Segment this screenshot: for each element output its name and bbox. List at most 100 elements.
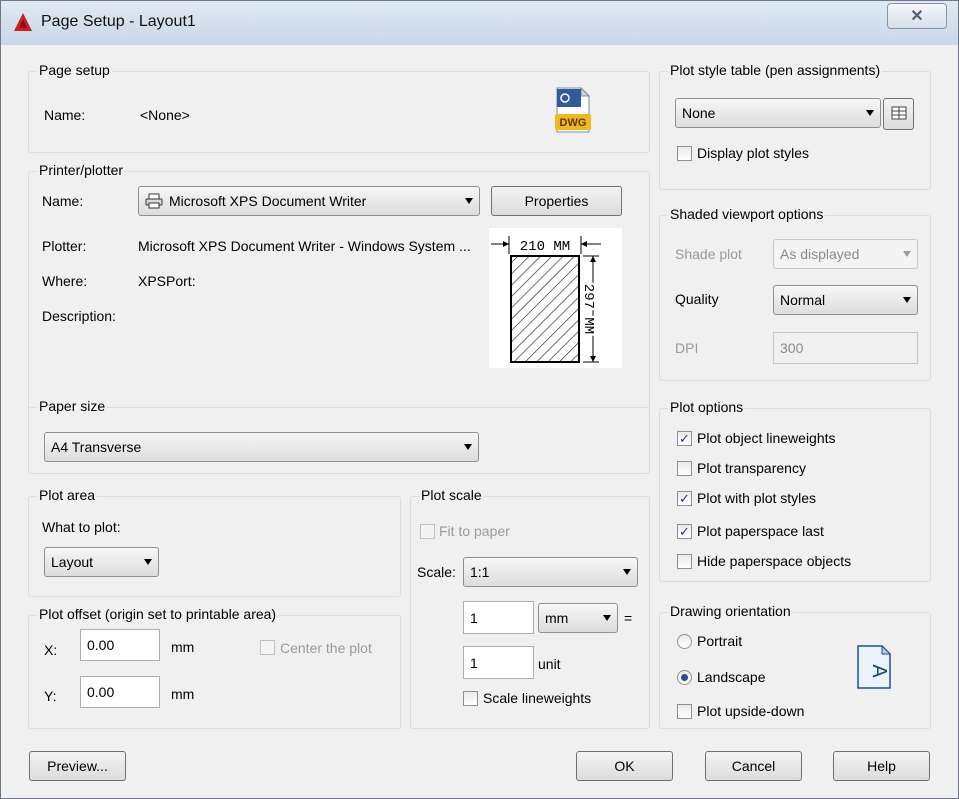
what-to-plot-combo[interactable]: Layout [44,547,159,577]
plot-scale-group: Plot scale Fit to paper Scale: 1:1 mm = … [410,487,650,729]
cancel-button[interactable]: Cancel [705,751,802,781]
printer-legend: Printer/plotter [37,162,126,178]
dwg-file-icon: DWG [555,86,591,133]
scale-value2-input[interactable] [463,646,534,679]
chevron-down-icon [903,297,911,303]
plot-transparency-checkbox[interactable] [677,461,692,476]
page-setup-legend: Page setup [37,62,112,78]
scale-unit2-label: unit [538,656,561,672]
autocad-logo-icon [14,13,32,31]
dpi-input[interactable] [773,332,918,364]
drawing-orientation-legend: Drawing orientation [668,603,793,619]
fit-to-paper-label: Fit to paper [439,523,510,539]
scale-value1-input[interactable] [463,601,534,634]
center-plot-checkbox[interactable] [260,640,275,655]
what-to-plot-value: Layout [51,554,94,570]
paper-size-value: A4 Transverse [51,439,142,455]
plot-options-group: Plot options ✓ Plot object lineweights P… [659,399,931,582]
plot-scale-legend: Plot scale [419,487,484,503]
landscape-label: Landscape [697,669,766,685]
page-setup-group: Page setup Name: <None> DWG [28,62,650,153]
where-label: Where: [42,273,88,289]
paper-preview: 210 MM 297 MM [489,228,622,368]
checkmark-icon: ✓ [679,491,690,506]
plot-style-value: None [682,105,716,121]
chevron-down-icon [144,559,152,565]
checkmark-icon: ✓ [679,431,690,446]
landscape-orientation-icon: A [857,644,892,689]
preview-height-text: 297 MM [580,284,596,334]
shade-plot-label: Shade plot [675,246,742,262]
plot-option-label: Plot object lineweights [697,430,836,446]
display-plot-styles-label: Display plot styles [697,145,810,161]
display-plot-styles-checkbox[interactable] [677,146,692,161]
plot-with-plot-styles-checkbox[interactable]: ✓ [677,491,692,506]
scale-lineweights-checkbox[interactable] [463,691,478,706]
description-label: Description: [42,308,116,324]
plot-style-combo[interactable]: None [675,98,881,128]
dialog-body: Page setup Name: <None> DWG Printer/plot… [9,45,950,790]
chevron-down-icon [603,615,611,621]
printer-name-value: Microsoft XPS Document Writer [169,193,367,209]
scale-unit-value: mm [545,610,569,626]
paper-size-combo[interactable]: A4 Transverse [44,432,479,462]
portrait-radio[interactable] [677,634,692,649]
fit-to-paper-checkbox[interactable] [420,524,435,539]
edit-plot-style-button[interactable] [883,98,914,130]
offset-x-label: X: [44,642,58,658]
plot-area-legend: Plot area [37,487,98,503]
chevron-down-icon [464,444,472,450]
plot-option-label: Plot with plot styles [697,490,817,506]
chevron-down-icon [903,251,911,257]
shade-plot-combo[interactable]: As displayed [773,239,918,269]
plot-style-table-group: Plot style table (pen assignments) None … [659,62,931,190]
where-value: XPSPort: [138,273,196,289]
page-setup-dialog: Page Setup - Layout1 ✕ Page setup Name: … [0,0,959,799]
plot-upside-down-checkbox[interactable] [677,704,692,719]
checkmark-icon: ✓ [679,524,690,539]
offset-y-input[interactable] [80,676,160,708]
plot-option-label: Plot paperspace last [697,523,824,539]
landscape-radio[interactable] [677,670,692,685]
ok-button[interactable]: OK [576,751,673,781]
preview-button[interactable]: Preview... [29,751,126,781]
orientation-icon-letter: A [868,664,890,678]
dialog-title: Page Setup - Layout1 [41,13,196,30]
plot-area-group: Plot area What to plot: Layout [28,487,401,597]
close-button[interactable]: ✕ [887,3,947,29]
plot-style-table-legend: Plot style table (pen assignments) [668,62,883,78]
printer-name-combo[interactable]: Microsoft XPS Document Writer [138,186,480,216]
close-icon: ✕ [910,8,924,25]
radio-selected-dot [681,674,688,681]
quality-label: Quality [675,291,719,307]
properties-button[interactable]: Properties [491,186,622,216]
chevron-down-icon [623,569,631,575]
paper-size-legend: Paper size [37,398,108,414]
scale-unit-combo[interactable]: mm [538,603,618,633]
page-setup-name-label: Name: [44,107,86,123]
shade-plot-value: As displayed [780,246,860,262]
quality-value: Normal [780,292,826,308]
offset-x-input[interactable] [80,629,160,661]
scale-combo[interactable]: 1:1 [463,557,638,587]
paper-size-group: Paper size A4 Transverse [28,398,650,474]
plot-object-lineweights-checkbox[interactable]: ✓ [677,431,692,446]
scale-lineweights-label: Scale lineweights [483,690,592,706]
shaded-viewport-legend: Shaded viewport options [668,206,826,222]
quality-combo[interactable]: Normal [773,285,918,315]
plot-paperspace-last-checkbox[interactable]: ✓ [677,524,692,539]
title-bar: Page Setup - Layout1 ✕ [1,1,958,45]
chevron-down-icon [465,198,473,204]
offset-x-unit: mm [171,639,195,655]
plot-offset-group: Plot offset (origin set to printable are… [28,606,401,729]
printer-name-label: Name: [42,193,84,209]
hide-paperspace-objects-checkbox[interactable] [677,554,692,569]
plot-offset-legend: Plot offset (origin set to printable are… [37,606,279,622]
scale-value: 1:1 [470,564,490,580]
plot-option-label: Hide paperspace objects [697,553,852,569]
dpi-label: DPI [675,340,699,356]
center-plot-label: Center the plot [280,640,372,656]
offset-y-unit: mm [171,686,195,702]
what-to-plot-label: What to plot: [42,519,121,535]
help-button[interactable]: Help [833,751,930,781]
